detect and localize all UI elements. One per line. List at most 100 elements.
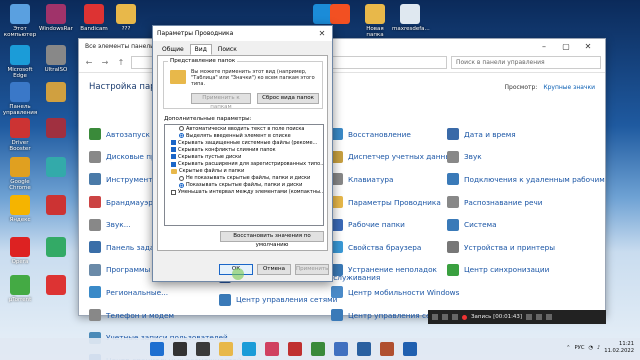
maximize-icon[interactable]: ▢ [555, 42, 577, 51]
up-icon[interactable]: ↑ [115, 58, 127, 67]
radio-button[interactable] [179, 182, 184, 188]
desktop-icon-label: Opera [11, 259, 29, 265]
desktop-icon[interactable]: µTorrent [2, 275, 38, 303]
taskbar-app-icon[interactable] [288, 342, 302, 356]
settings-row[interactable]: Выделять введенный элемент в списке [165, 132, 323, 139]
wifi-icon[interactable]: ◔ [588, 345, 593, 351]
recorder-icon-2[interactable] [442, 314, 448, 320]
recorder-icon[interactable] [432, 314, 438, 320]
back-icon[interactable]: ← [83, 58, 95, 67]
camera-icon[interactable] [536, 314, 543, 320]
settings-row[interactable]: Не показывать скрытые файлы, папки и дис… [165, 175, 323, 182]
control-panel-item[interactable]: Рабочие папки [331, 213, 459, 236]
desktop-icon[interactable]: WindowsRar [38, 4, 74, 32]
recorder-icon-3[interactable] [452, 314, 458, 320]
checkbox[interactable] [171, 140, 176, 146]
taskbar-app-icon[interactable] [219, 342, 233, 356]
taskbar-app-icon[interactable] [357, 342, 371, 356]
minimize-icon[interactable]: – [533, 42, 555, 51]
forward-icon[interactable]: → [99, 58, 111, 67]
desktop-icon-label: Bandicam [80, 26, 108, 32]
control-panel-item[interactable]: Клавиатура [331, 168, 459, 191]
control-panel-item[interactable]: Подключения к удаленным рабочим [447, 168, 605, 191]
checkbox[interactable] [171, 161, 176, 167]
desktop-icon[interactable] [38, 237, 74, 259]
close-icon[interactable]: ✕ [577, 42, 599, 51]
taskbar-app-icon[interactable] [265, 342, 279, 356]
control-panel-item[interactable]: Распознавание речи [447, 191, 605, 214]
view-dropdown[interactable]: Крупные значки [543, 84, 595, 91]
control-panel-item[interactable]: Центр синхронизации [447, 259, 605, 282]
desktop-icon[interactable]: Новая папка [357, 4, 393, 38]
apply-button[interactable]: Применить [295, 264, 329, 275]
radio-button[interactable] [179, 175, 184, 181]
desktop-icon[interactable]: Этот компьютер [2, 4, 38, 38]
settings-row[interactable]: Скрывать конфликты слияния папок [165, 146, 323, 153]
search-input[interactable]: Поиск в панели управления [451, 56, 601, 69]
reset-folders-button[interactable]: Сброс вида папок [257, 93, 319, 104]
control-panel-item[interactable]: Свойства браузера [331, 236, 459, 259]
volume-icon[interactable]: ♪ [597, 345, 600, 351]
taskbar-app-icon[interactable] [173, 342, 187, 356]
pencil-icon[interactable] [546, 314, 553, 320]
desktop-icon[interactable]: Bandicam [76, 4, 112, 32]
tab-1[interactable]: Вид [189, 44, 212, 55]
control-panel-item[interactable]: Параметры Проводника [331, 191, 459, 214]
app-icon [10, 4, 30, 24]
dialog-close-icon[interactable]: ✕ [316, 29, 328, 38]
desktop-icon[interactable] [322, 4, 358, 26]
taskbar-app-icon[interactable] [380, 342, 394, 356]
desktop-icon[interactable]: Opera [2, 237, 38, 265]
item-label: Устройства и принтеры [464, 242, 556, 252]
taskbar-app-icon[interactable] [403, 342, 417, 356]
desktop-icon[interactable] [38, 275, 74, 297]
tab-2[interactable]: Поиск [213, 44, 242, 55]
folder-icon[interactable] [171, 168, 177, 174]
tab-0[interactable]: Общие [157, 44, 189, 55]
taskbar-app-icon[interactable] [242, 342, 256, 356]
apply-to-folders-button[interactable]: Применить к папкам [191, 93, 251, 110]
control-panel-item[interactable]: Устройства и принтеры [447, 236, 605, 259]
settings-row[interactable]: Автоматически вводить текст в поле поиск… [165, 125, 323, 132]
taskbar-app-icon[interactable] [150, 342, 164, 356]
checkbox[interactable] [171, 189, 176, 195]
desktop-icon[interactable]: maxresdefa... [392, 4, 430, 32]
settings-row[interactable]: Уменьшать интервал между элементами (ком… [165, 189, 323, 196]
taskbar-app-icon[interactable] [311, 342, 325, 356]
checkbox[interactable] [171, 147, 176, 153]
settings-row[interactable]: Скрывать расширения для зарегистрированн… [165, 160, 323, 167]
desktop-icon[interactable]: UltraISO [38, 45, 74, 73]
desktop-icon[interactable] [38, 82, 74, 104]
desktop-icon[interactable]: Microsoft Edge [2, 45, 38, 79]
control-panel-item[interactable]: Восстановление [331, 123, 459, 146]
restore-defaults-button[interactable]: Восстановить значения по умолчанию [220, 231, 324, 248]
cancel-button[interactable]: Отмена [257, 264, 291, 275]
desktop-icon[interactable]: Панель управления [2, 82, 38, 116]
settings-row[interactable]: Скрытые файлы и папки [165, 168, 323, 175]
radio-button[interactable] [179, 133, 184, 139]
desktop-icon[interactable] [38, 157, 74, 179]
radio-button[interactable] [179, 126, 184, 132]
pause-icon[interactable] [526, 314, 533, 320]
taskbar-app-icon[interactable] [196, 342, 210, 356]
control-panel-item[interactable]: Звук [447, 146, 605, 169]
control-panel-item[interactable]: Дата и время [447, 123, 605, 146]
checkbox[interactable] [171, 154, 176, 160]
desktop-icon[interactable]: ??? [108, 4, 144, 32]
desktop-icon[interactable]: Driver Booster [2, 118, 38, 152]
language-indicator[interactable]: РУС [575, 345, 585, 351]
chevron-up-icon[interactable]: ⌃ [566, 345, 570, 351]
control-panel-item[interactable]: Центр управления сетями [219, 289, 380, 312]
settings-row[interactable]: Скрывать пустые диски [165, 153, 323, 160]
control-panel-item[interactable]: Диспетчер учетных данных [331, 146, 459, 169]
control-panel-item[interactable]: Система [447, 213, 605, 236]
settings-row[interactable]: Показывать скрытые файлы, папки и диски [165, 182, 323, 189]
desktop-icon[interactable] [38, 195, 74, 217]
taskbar-app-icon[interactable] [334, 342, 348, 356]
clock[interactable]: 11:21 11.02.2022 [604, 341, 634, 354]
desktop-icon[interactable]: Google Chrome [2, 157, 38, 191]
advanced-settings-tree[interactable]: Автоматически вводить текст в поле поиск… [164, 124, 324, 226]
desktop-icon[interactable] [38, 118, 74, 140]
desktop-icon[interactable]: Яндекс [2, 195, 38, 223]
settings-row[interactable]: Скрывать защищенные системные файлы (рек… [165, 139, 323, 146]
